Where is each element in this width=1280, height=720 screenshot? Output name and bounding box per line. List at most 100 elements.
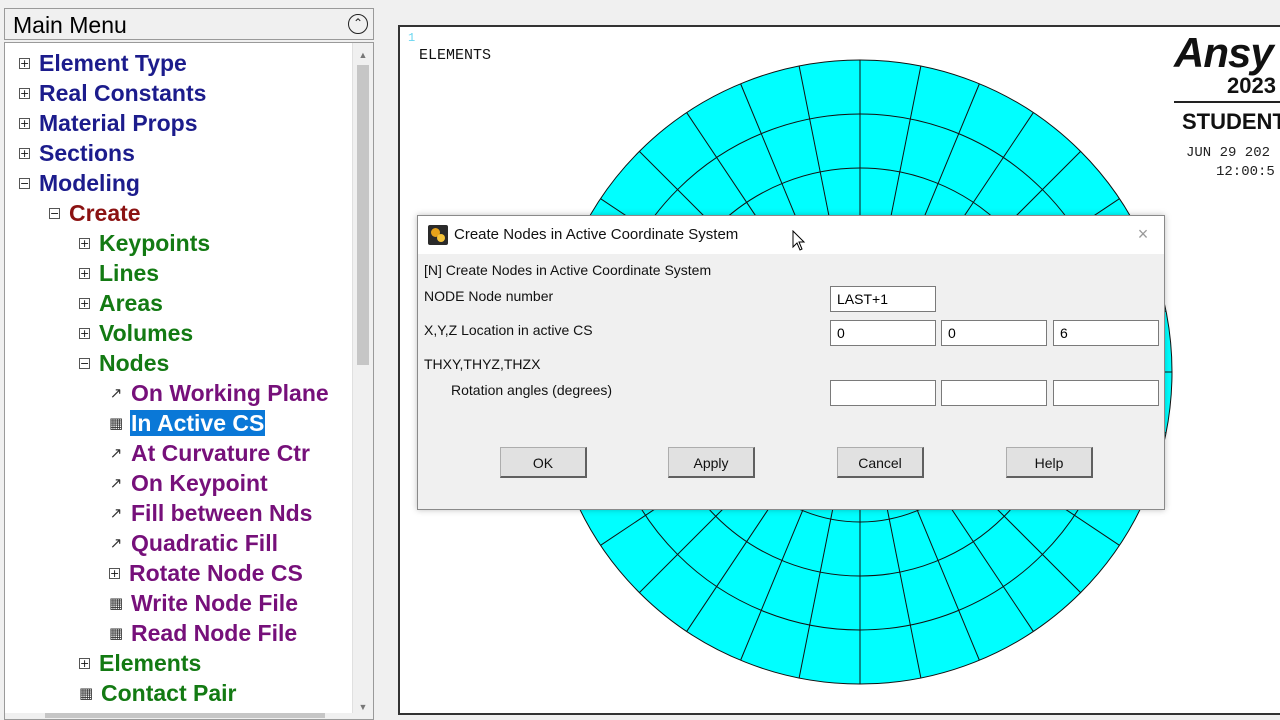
- pick-arrow-icon[interactable]: ↗: [109, 504, 123, 522]
- menu-item-nodes[interactable]: − Nodes: [79, 348, 170, 378]
- help-button[interactable]: Help: [1006, 447, 1093, 478]
- plot-date: JUN 29 202: [1186, 145, 1271, 161]
- expand-plus-icon[interactable]: +: [19, 147, 30, 159]
- x-coordinate-input[interactable]: [830, 320, 936, 346]
- scroll-up-arrow-icon[interactable]: ▲: [355, 47, 371, 63]
- menu-item-material-props[interactable]: + Material Props: [19, 108, 199, 138]
- double-chevron-up-icon[interactable]: ⌃: [348, 14, 368, 34]
- rotation-thxy-input[interactable]: [830, 380, 936, 406]
- node-number-input[interactable]: [830, 286, 936, 312]
- z-coordinate-input[interactable]: [1053, 320, 1159, 346]
- menu-item-label: Real Constants: [39, 80, 207, 106]
- menu-item-label: On Keypoint: [131, 470, 268, 496]
- menu-item-rotate-node-cs[interactable]: + Rotate Node CS: [109, 558, 304, 588]
- apply-button[interactable]: Apply: [668, 447, 755, 478]
- menu-item-in-active-cs[interactable]: ▦ In Active CS: [109, 408, 266, 438]
- dialog-icon[interactable]: ▦: [109, 414, 123, 432]
- dialog-icon[interactable]: ▦: [109, 594, 123, 612]
- main-menu-tree: + Element Type + Real Constants + Material Pr…: [4, 42, 374, 720]
- menu-item-label: Element Type: [39, 50, 187, 76]
- menu-item-volumes[interactable]: + Volumes: [79, 318, 194, 348]
- collapse-minus-icon[interactable]: −: [49, 207, 60, 219]
- expand-plus-icon[interactable]: +: [79, 327, 90, 339]
- pick-arrow-icon[interactable]: ↗: [109, 444, 123, 462]
- menu-item-label: Fill between Nds: [131, 500, 313, 526]
- menu-item-write-node-file[interactable]: ▦ Write Node File: [109, 588, 299, 618]
- expand-plus-icon[interactable]: +: [19, 87, 30, 99]
- location-label: X,Y,Z Location in active CS: [424, 322, 593, 338]
- rotation-thyz-input[interactable]: [941, 380, 1047, 406]
- horizontal-scroll-thumb[interactable]: [45, 713, 325, 718]
- dialog-titlebar[interactable]: Create Nodes in Active Coordinate System…: [418, 216, 1164, 254]
- logo-divider: [1174, 101, 1280, 103]
- menu-item-contact-pair[interactable]: ▦ Contact Pair: [79, 678, 237, 708]
- menu-item-label: Create: [69, 200, 141, 226]
- pick-arrow-icon[interactable]: ↗: [109, 534, 123, 552]
- menu-item-label: Contact Pair: [101, 680, 237, 706]
- menu-item-on-keypoint[interactable]: ↗ On Keypoint: [109, 468, 269, 498]
- collapse-minus-icon[interactable]: −: [19, 177, 30, 189]
- menu-item-modeling[interactable]: − Modeling: [19, 168, 141, 198]
- ansys-year: 2023: [1227, 73, 1276, 98]
- pick-arrow-icon[interactable]: ↗: [109, 474, 123, 492]
- collapse-minus-icon[interactable]: −: [79, 357, 90, 369]
- pick-arrow-icon[interactable]: ↗: [109, 384, 123, 402]
- menu-item-on-working-plane[interactable]: ↗ On Working Plane: [109, 378, 330, 408]
- menu-item-label: Material Props: [39, 110, 198, 136]
- menu-item-elements[interactable]: + Elements: [79, 648, 202, 678]
- node-number-label: NODE Node number: [424, 288, 554, 304]
- dialog-heading: [N] Create Nodes in Active Coordinate Sy…: [424, 262, 712, 278]
- vertical-scrollbar[interactable]: ▲ ▼: [352, 43, 373, 719]
- menu-item-label: In Active CS: [130, 410, 266, 436]
- dialog-icon[interactable]: ▦: [109, 624, 123, 642]
- menu-item-areas[interactable]: + Areas: [79, 288, 164, 318]
- ansys-student-label: STUDENT: [1182, 109, 1280, 134]
- menu-item-label: Areas: [99, 290, 163, 316]
- menu-item-fill-between-nds[interactable]: ↗ Fill between Nds: [109, 498, 313, 528]
- ansys-app-icon: [428, 225, 448, 245]
- menu-item-label: Nodes: [99, 350, 170, 376]
- y-coordinate-input[interactable]: [941, 320, 1047, 346]
- expand-plus-icon[interactable]: +: [79, 297, 90, 309]
- menu-item-label: Write Node File: [131, 590, 298, 616]
- menu-item-label: Elements: [99, 650, 202, 676]
- main-menu-header: Main Menu ⌃: [4, 8, 374, 40]
- menu-item-quadratic-fill[interactable]: ↗ Quadratic Fill: [109, 528, 279, 558]
- menu-item-lines[interactable]: + Lines: [79, 258, 160, 288]
- ansys-logo: Ansy: [1174, 29, 1274, 76]
- horizontal-scrollbar[interactable]: [5, 713, 353, 719]
- close-icon[interactable]: ×: [1134, 225, 1152, 243]
- expand-plus-icon[interactable]: +: [19, 117, 30, 129]
- ok-button[interactable]: OK: [500, 447, 587, 478]
- expand-plus-icon[interactable]: +: [19, 57, 30, 69]
- expand-plus-icon[interactable]: +: [79, 267, 90, 279]
- menu-item-create[interactable]: − Create: [49, 198, 142, 228]
- menu-item-label: Volumes: [99, 320, 194, 346]
- menu-item-real-constants[interactable]: + Real Constants: [19, 78, 207, 108]
- rotation-angles-label: Rotation angles (degrees): [451, 382, 613, 398]
- dialog-icon[interactable]: ▦: [79, 684, 93, 702]
- scroll-down-arrow-icon[interactable]: ▼: [355, 699, 371, 715]
- menu-item-keypoints[interactable]: + Keypoints: [79, 228, 211, 258]
- menu-item-label: At Curvature Ctr: [131, 440, 310, 466]
- expand-plus-icon[interactable]: +: [79, 237, 90, 249]
- menu-item-label: Keypoints: [99, 230, 211, 256]
- menu-item-sections[interactable]: + Sections: [19, 138, 136, 168]
- rotation-param-label: THXY,THYZ,THZX: [424, 356, 541, 372]
- menu-item-label: Sections: [39, 140, 135, 166]
- menu-item-element-type[interactable]: + Element Type: [19, 48, 188, 78]
- cancel-button[interactable]: Cancel: [837, 447, 924, 478]
- menu-item-label: Modeling: [39, 170, 140, 196]
- rotation-thzx-input[interactable]: [1053, 380, 1159, 406]
- plot-label: ELEMENTS: [419, 47, 492, 64]
- expand-plus-icon[interactable]: +: [109, 567, 120, 579]
- window-number: 1: [408, 31, 416, 45]
- menu-item-label: Rotate Node CS: [129, 560, 303, 586]
- mouse-pointer-icon: [792, 230, 806, 251]
- plot-time: 12:00:5: [1216, 164, 1275, 180]
- scroll-thumb[interactable]: [357, 65, 369, 365]
- menu-item-read-node-file[interactable]: ▦ Read Node File: [109, 618, 298, 648]
- main-menu-panel: Main Menu ⌃ + Element Type + Real Constants…: [0, 0, 380, 720]
- expand-plus-icon[interactable]: +: [79, 657, 90, 669]
- menu-item-at-curvature-ctr[interactable]: ↗ At Curvature Ctr: [109, 438, 311, 468]
